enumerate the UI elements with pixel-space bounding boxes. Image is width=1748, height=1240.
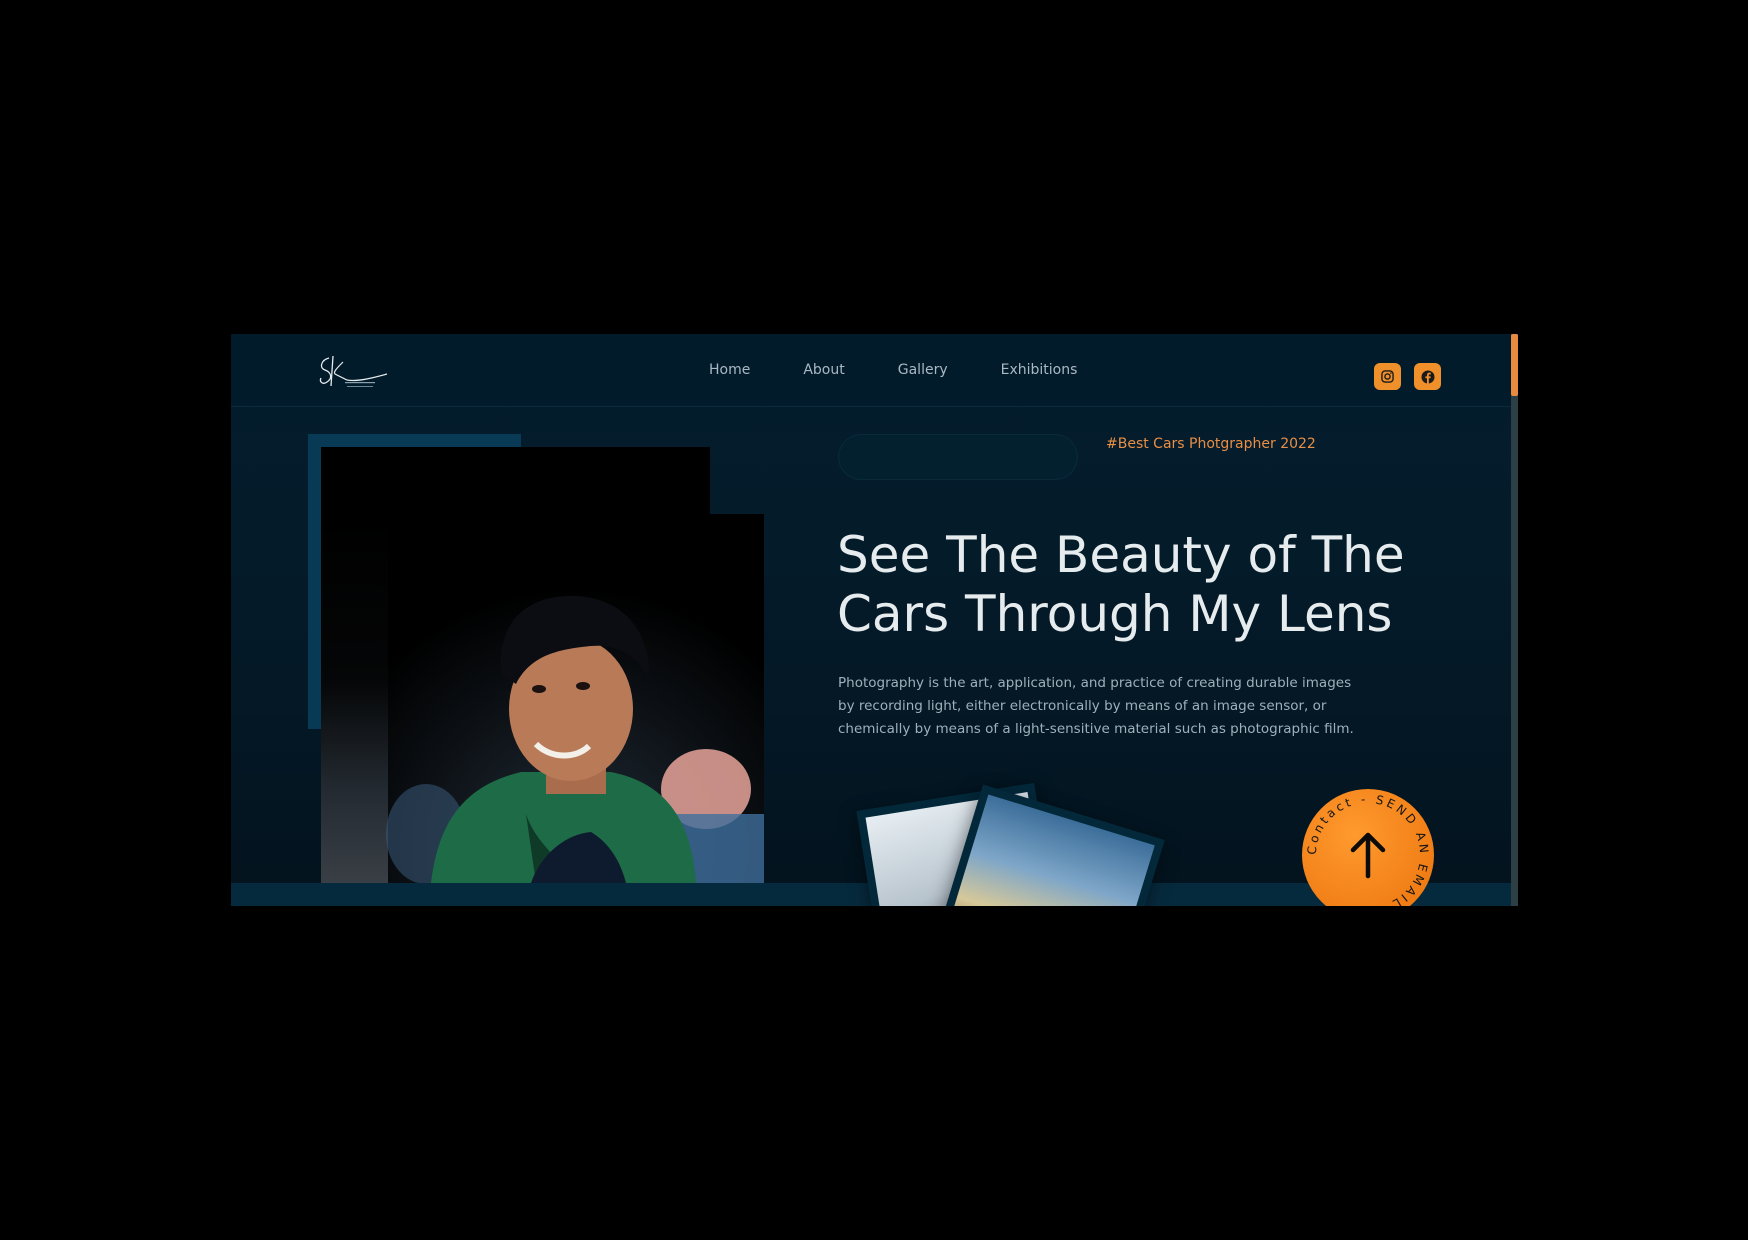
nav-exhibitions-link[interactable]: Exhibitions [1001,362,1078,378]
page-viewport: Home About Gallery Exhibitions #Best Car… [231,334,1518,906]
award-tag: #Best Cars Photgrapher 2022 [1106,436,1316,452]
signature-logo[interactable] [313,350,393,392]
contact-badge[interactable]: Contact - SEND AN EMAIL - [1301,788,1435,906]
hero-description: Photography is the art, application, and… [838,675,1354,737]
portrait-illustration [386,514,764,883]
tag-pill [838,434,1078,480]
main-nav: Home About Gallery Exhibitions [709,334,1130,406]
facebook-icon [1421,370,1434,383]
headline-line-1: See The Beauty of The [837,526,1405,584]
scrollbar-thumb[interactable] [1511,334,1518,396]
hero-headline: See The Beauty of The Cars Through My Le… [837,526,1477,644]
photo-card-2-image [949,794,1155,906]
headline-line-2: Cars Through My Lens [837,585,1393,643]
page-scrollbar[interactable] [1511,334,1518,906]
portrait-photo [321,514,764,883]
nav-home-link[interactable]: Home [709,362,750,378]
nav-about-link[interactable]: About [803,362,844,378]
instagram-button[interactable] [1374,363,1401,390]
site-header: Home About Gallery Exhibitions [231,334,1511,407]
nav-gallery-link[interactable]: Gallery [898,362,948,378]
facebook-button[interactable] [1414,363,1441,390]
instagram-icon [1381,370,1394,383]
portrait-photo-top [321,447,710,517]
